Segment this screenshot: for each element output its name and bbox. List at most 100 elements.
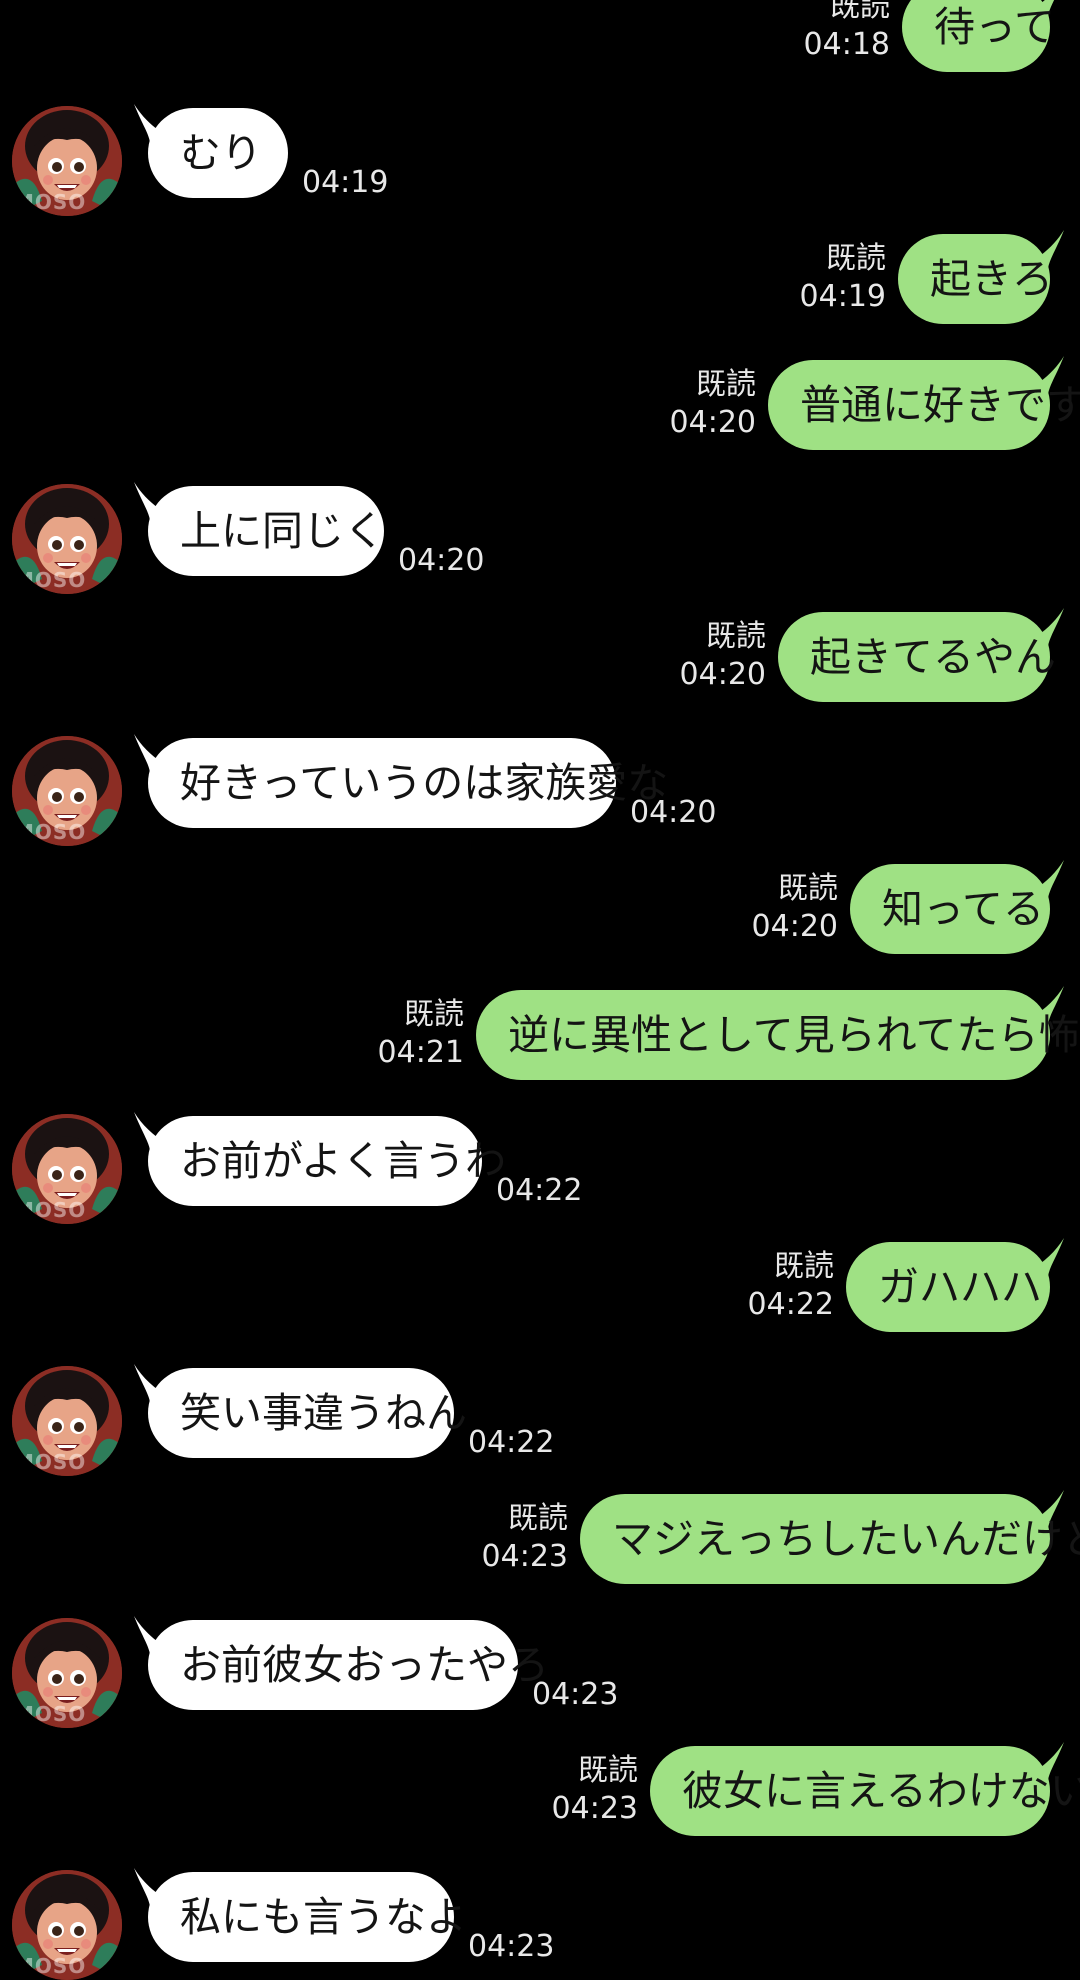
- message-meta: 既読 04:23: [482, 1500, 568, 1576]
- message-text: お前がよく言うわ: [180, 1137, 506, 1185]
- outgoing-message: 起きろ 既読 04:19: [0, 230, 1080, 334]
- outgoing-message: 知ってる 既読 04:20: [0, 860, 1080, 964]
- message-meta: 既読 04:20: [680, 618, 766, 694]
- message-meta: 既読 04:20: [670, 366, 756, 442]
- avatar[interactable]: MOSO: [12, 1618, 122, 1728]
- read-receipt: 既読: [774, 1249, 834, 1284]
- message-text: 知ってる: [882, 885, 1044, 933]
- message-bubble[interactable]: 上に同じく: [148, 486, 385, 576]
- message-bubble[interactable]: 起きてるやん: [778, 612, 1056, 702]
- message-bubble[interactable]: 私にも言うなよ: [148, 1872, 467, 1962]
- message-text: 起きてるやん: [810, 633, 1056, 681]
- message-meta: 04:19: [302, 164, 388, 202]
- message-text: 待って: [934, 3, 1055, 51]
- message-time: 04:23: [532, 1677, 619, 1712]
- message-text: 私にも言うなよ: [180, 1893, 467, 1941]
- avatar-watermark: MOSO: [14, 1702, 87, 1726]
- message-bubble[interactable]: 好きっていうのは家族愛な: [148, 738, 668, 828]
- avatar-watermark: MOSO: [14, 568, 87, 592]
- message-time: 04:21: [377, 1035, 464, 1070]
- avatar-watermark: MOSO: [14, 190, 87, 214]
- message-bubble[interactable]: お前がよく言うわ: [148, 1116, 506, 1206]
- message-bubble[interactable]: お前彼女おったやろ: [148, 1620, 549, 1710]
- message-time: 04:20: [679, 657, 766, 692]
- incoming-message: MOSO 私にも言うなよ 04:23: [0, 1868, 1080, 1980]
- message-meta: 既読 04:18: [804, 0, 890, 64]
- incoming-message: MOSO お前彼女おったやろ 04:23: [0, 1616, 1080, 1728]
- read-receipt: 既読: [778, 871, 838, 906]
- outgoing-message: 普通に好きです 既読 04:20: [0, 356, 1080, 460]
- avatar[interactable]: MOSO: [12, 1366, 122, 1476]
- message-time: 04:22: [468, 1425, 555, 1460]
- message-text: 好きっていうのは家族愛な: [180, 759, 669, 807]
- message-text: 普通に好きです: [800, 381, 1080, 429]
- message-meta: 04:20: [398, 542, 484, 580]
- message-meta: 既読 04:21: [378, 996, 464, 1072]
- outgoing-message: 彼女に言えるわけない 既読 04:23: [0, 1742, 1080, 1846]
- message-time: 04:20: [398, 543, 485, 578]
- message-time: 04:20: [669, 405, 756, 440]
- incoming-message: MOSO 笑い事違うねん 04:22: [0, 1364, 1080, 1476]
- message-bubble[interactable]: ガハハハ: [846, 1242, 1050, 1332]
- read-receipt: 既読: [826, 241, 886, 276]
- message-bubble[interactable]: 彼女に言えるわけない: [650, 1746, 1080, 1836]
- read-receipt: 既読: [696, 367, 756, 402]
- read-receipt: 既読: [830, 0, 890, 24]
- incoming-message: MOSO むり 04:19: [0, 104, 1080, 216]
- read-receipt: 既読: [706, 619, 766, 654]
- avatar-watermark: MOSO: [14, 1954, 87, 1978]
- message-bubble[interactable]: 普通に好きです: [768, 360, 1080, 450]
- message-time: 04:19: [302, 165, 389, 200]
- avatar-watermark: MOSO: [14, 1198, 87, 1222]
- chat-message-list[interactable]: 待って 既読 04:18 MOSO むり 04:19 起きろ 既読 04:19 普通に好きです 既読…: [0, 0, 1080, 1980]
- message-meta: 既読 04:20: [752, 870, 838, 946]
- message-text: 起きろ: [930, 255, 1053, 303]
- avatar[interactable]: MOSO: [12, 106, 122, 216]
- message-time: 04:20: [751, 909, 838, 944]
- avatar[interactable]: MOSO: [12, 1870, 122, 1980]
- message-meta: 既読 04:23: [552, 1752, 638, 1828]
- message-meta: 04:22: [468, 1424, 554, 1462]
- read-receipt: 既読: [578, 1753, 638, 1788]
- outgoing-message: 逆に異性として見られてたら怖い 既読 04:21: [0, 986, 1080, 1090]
- avatar[interactable]: MOSO: [12, 484, 122, 594]
- message-bubble[interactable]: 知ってる: [850, 864, 1050, 954]
- message-meta: 既読 04:22: [748, 1248, 834, 1324]
- message-time: 04:22: [496, 1173, 583, 1208]
- message-text: お前彼女おったやろ: [180, 1641, 549, 1689]
- avatar[interactable]: MOSO: [12, 736, 122, 846]
- message-time: 04:23: [468, 1929, 555, 1964]
- message-meta: 04:22: [496, 1172, 582, 1210]
- avatar-watermark: MOSO: [14, 820, 87, 844]
- message-bubble[interactable]: むり: [148, 108, 288, 198]
- message-time: 04:20: [630, 795, 717, 830]
- message-time: 04:23: [481, 1539, 568, 1574]
- outgoing-message: 待って 既読 04:18: [0, 0, 1080, 82]
- outgoing-message: マジえっちしたいんだけど 既読 04:23: [0, 1490, 1080, 1594]
- message-text: 彼女に言えるわけない: [682, 1767, 1080, 1815]
- message-bubble[interactable]: 笑い事違うねん: [148, 1368, 467, 1458]
- message-time: 04:22: [747, 1287, 834, 1322]
- message-meta: 04:23: [468, 1928, 554, 1966]
- message-text: ガハハハ: [878, 1263, 1042, 1311]
- message-text: むり: [180, 129, 262, 177]
- message-time: 04:23: [551, 1791, 638, 1826]
- read-receipt: 既読: [508, 1501, 568, 1536]
- message-text: 上に同じく: [180, 507, 385, 555]
- message-meta: 既読 04:19: [800, 240, 886, 316]
- message-bubble[interactable]: 待って: [902, 0, 1055, 72]
- read-receipt: 既読: [404, 997, 464, 1032]
- outgoing-message: 起きてるやん 既読 04:20: [0, 608, 1080, 712]
- message-meta: 04:23: [532, 1676, 618, 1714]
- message-time: 04:19: [799, 279, 886, 314]
- outgoing-message: ガハハハ 既読 04:22: [0, 1238, 1080, 1342]
- message-bubble[interactable]: 起きろ: [898, 234, 1053, 324]
- message-text: 逆に異性として見られてたら怖い: [508, 1011, 1080, 1059]
- incoming-message: MOSO 好きっていうのは家族愛な 04:20: [0, 734, 1080, 846]
- message-bubble[interactable]: マジえっちしたいんだけど: [580, 1494, 1080, 1584]
- message-text: 笑い事違うねん: [180, 1389, 467, 1437]
- message-bubble[interactable]: 逆に異性として見られてたら怖い: [476, 990, 1080, 1080]
- avatar[interactable]: MOSO: [12, 1114, 122, 1224]
- avatar-watermark: MOSO: [14, 1450, 87, 1474]
- message-meta: 04:20: [630, 794, 716, 832]
